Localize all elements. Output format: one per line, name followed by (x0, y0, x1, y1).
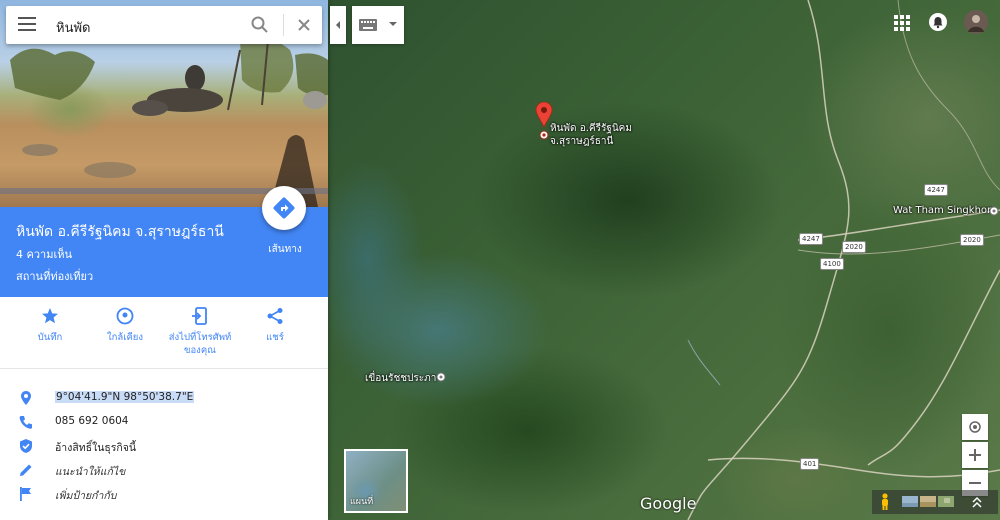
collapse-panel-button[interactable] (330, 6, 346, 44)
location-pin-icon (21, 391, 31, 405)
action-bar: บันทึก ใกล้เคียง ส่งไปที่โทรศัพท์ของคุณ … (0, 297, 328, 369)
reviews-link[interactable]: 4 ความเห็น (16, 245, 72, 263)
minus-icon (969, 482, 981, 484)
add-label-text[interactable]: เพิ่มป้ายกำกับ (55, 487, 116, 504)
star-icon (42, 308, 58, 324)
save-button[interactable]: บันทึก (14, 307, 86, 344)
search-box: หินพัด (6, 6, 322, 44)
imagery-thumbnail-icon[interactable] (902, 496, 918, 507)
directions-label[interactable]: เส้นทาง (256, 242, 314, 257)
verified-shield-icon (20, 439, 32, 453)
my-location-button[interactable] (962, 414, 988, 440)
claim-business-text[interactable]: อ้างสิทธิ์ในธุรกิจนี้ (55, 439, 136, 456)
share-icon (267, 308, 283, 324)
route-shield: 4100 (820, 258, 844, 270)
place-header: หินพัด อ.คีรีรัฐนิคม จ.สุราษฎร์ธานี 4 คว… (0, 186, 328, 297)
nearby-label: ใกล้เคียง (106, 332, 144, 343)
nearby-icon (116, 307, 134, 325)
satellite-map[interactable] (328, 0, 1000, 520)
phone-number[interactable]: 085 692 0604 (55, 415, 128, 427)
place-marker-icon[interactable] (535, 102, 553, 140)
dam-label[interactable]: เขื่อนรัชชประภา (365, 371, 436, 386)
send-to-phone-label: ส่งไปที่โทรศัพท์ของคุณ (168, 332, 232, 356)
wat-tham-singkhon-label[interactable]: Wat Tham Singkhon (893, 205, 993, 216)
save-label: บันทึก (37, 332, 63, 343)
phone-icon (19, 416, 32, 429)
suggest-edit-text[interactable]: แนะนำให้แก้ไข (55, 463, 125, 480)
keyboard-icon (359, 19, 377, 31)
input-tools-button[interactable] (352, 6, 404, 44)
place-category[interactable]: สถานที่ท่องเที่ยว (16, 267, 93, 285)
pegman-icon[interactable] (879, 493, 891, 511)
route-shield: 401 (800, 458, 820, 470)
phone-row[interactable]: 085 692 0604 (0, 412, 328, 434)
imagery-thumbnail-icon[interactable] (938, 496, 954, 507)
plus-icon (969, 449, 981, 461)
search-input[interactable]: หินพัด (56, 17, 90, 38)
route-shield: 2020 (842, 241, 866, 253)
route-shield: 4247 (924, 184, 948, 196)
imagery-thumbnail-icon[interactable] (920, 496, 936, 507)
coordinates-text[interactable]: 9°04'41.9"N 98°50'38.7"E (55, 391, 195, 403)
flag-icon (20, 487, 31, 501)
account-avatar[interactable] (964, 10, 988, 34)
directions-arrow-icon (273, 197, 295, 219)
my-location-icon (969, 421, 981, 433)
zoom-in-button[interactable] (962, 442, 988, 468)
add-label-row[interactable]: เพิ่มป้ายกำกับ (0, 484, 328, 506)
directions-button[interactable] (262, 186, 306, 230)
map-layer-toggle[interactable]: แผนที่ (344, 449, 408, 513)
expand-up-icon[interactable] (972, 496, 982, 508)
close-icon[interactable] (294, 15, 314, 35)
search-divider (283, 14, 284, 36)
claim-business-row[interactable]: อ้างสิทธิ์ในธุรกิจนี้ (0, 436, 328, 458)
place-title: หินพัด อ.คีรีรัฐนิคม จ.สุราษฎร์ธานี (16, 224, 224, 240)
search-icon[interactable] (250, 15, 270, 35)
route-shield: 2020 (960, 234, 984, 246)
apps-grid-icon[interactable] (894, 15, 910, 31)
send-to-phone-button[interactable]: ส่งไปที่โทรศัพท์ของคุณ (164, 307, 236, 357)
suggest-edit-row[interactable]: แนะนำให้แก้ไข (0, 460, 328, 482)
coordinates-row[interactable]: 9°04'41.9"N 98°50'38.7"E (0, 388, 328, 410)
chevron-left-icon (336, 21, 340, 29)
dam-poi-icon[interactable] (436, 372, 446, 382)
menu-hamburger-icon[interactable] (18, 17, 36, 33)
minimap-label: แผนที่ (350, 497, 374, 507)
notifications-bell-icon[interactable] (929, 13, 947, 31)
chevron-down-icon (389, 22, 397, 26)
route-shield: 4247 (799, 233, 823, 245)
nearby-button[interactable]: ใกล้เคียง (89, 307, 161, 344)
send-to-phone-icon (192, 307, 207, 325)
road-network (687, 0, 1000, 520)
edit-pencil-icon (20, 464, 32, 476)
zoom-controls (962, 414, 988, 498)
bottom-imagery-bar (872, 490, 998, 514)
marker-label-line2[interactable]: จ.สุราษฎร์ธานี (550, 134, 613, 149)
share-button[interactable]: แชร์ (239, 307, 311, 344)
temple-poi-icon[interactable] (989, 206, 999, 216)
share-label: แชร์ (266, 332, 284, 343)
place-panel: หินพัด หินพัด อ.คีรีรัฐนิคม จ.สุราษฎร์ธา… (0, 0, 328, 520)
google-logo: Google (640, 494, 697, 513)
